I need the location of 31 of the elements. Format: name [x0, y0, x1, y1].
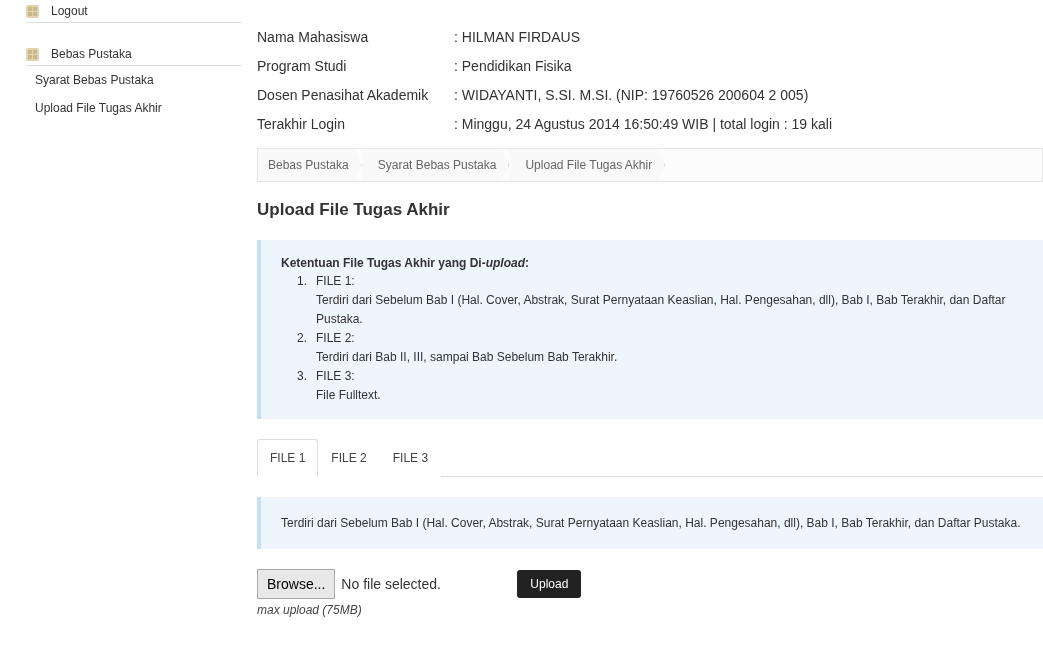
sidebar-subitem[interactable]: Upload File Tugas Akhir: [26, 94, 242, 122]
rule-title: FILE 2:: [316, 330, 356, 347]
tab-description: Terdiri dari Sebelum Bab I (Hal. Cover, Abstrak, Surat Pernyataan Keaslian, Hal. Pengesahan, dll), Bab I, Bab Terakhir, dan Daftar Pustaka.: [257, 497, 1043, 549]
field-label: Dosen Penasihat Akademik: [257, 86, 430, 103]
grid-icon: [26, 47, 39, 61]
info-title: Ketentuan File Tugas Akhir yang Di-upload:: [281, 256, 531, 270]
field-value: : Minggu, 24 Agustus 2014 16:50:49 WIB | total login : 19 kali: [454, 115, 832, 132]
sidebar-subitem[interactable]: Syarat Bebas Pustaka: [26, 66, 242, 94]
sidebar-item[interactable]: Logout: [51, 4, 88, 18]
field-label: Nama Mahasiswa: [257, 28, 370, 45]
field-value: : Pendidikan Fisika: [454, 57, 572, 74]
field-label: Terakhir Login: [257, 115, 346, 132]
field-label: Program Studi: [257, 57, 348, 74]
browse-button[interactable]: Browse...: [257, 569, 336, 599]
upload-button[interactable]: Upload: [517, 570, 582, 598]
sidebar-item[interactable]: Bebas Pustaka: [51, 47, 132, 61]
list-marker: 2.: [297, 330, 308, 347]
rule-text: File Fulltext.: [316, 387, 381, 404]
grid-icon: [26, 4, 39, 18]
tab[interactable]: FILE 1: [257, 439, 319, 477]
rule-text: Terdiri dari Sebelum Bab I (Hal. Cover, Abstrak, Surat Pernyataan Keaslian, Hal. Pengesahan, dll), Bab I, Bab Terakhir, dan Daftar Pustaka.: [316, 292, 1007, 328]
file-status: No file selected.: [341, 576, 442, 592]
page-title: Upload File Tugas Akhir: [257, 200, 451, 220]
upload-note: max upload (75MB): [257, 603, 363, 617]
rule-title: FILE 3:: [316, 368, 356, 385]
rule-title: FILE 1:: [316, 273, 356, 290]
field-value: : WIDAYANTI, S.SI. M.SI. (NIP: 19760526 200604 2 005): [454, 86, 809, 103]
list-marker: 3.: [297, 368, 308, 385]
field-value: : HILMAN FIRDAUS: [454, 28, 580, 45]
list-marker: 1.: [297, 273, 308, 290]
rule-text: Terdiri dari Bab II, III, sampai Bab Sebelum Bab Terakhir.: [316, 349, 618, 366]
